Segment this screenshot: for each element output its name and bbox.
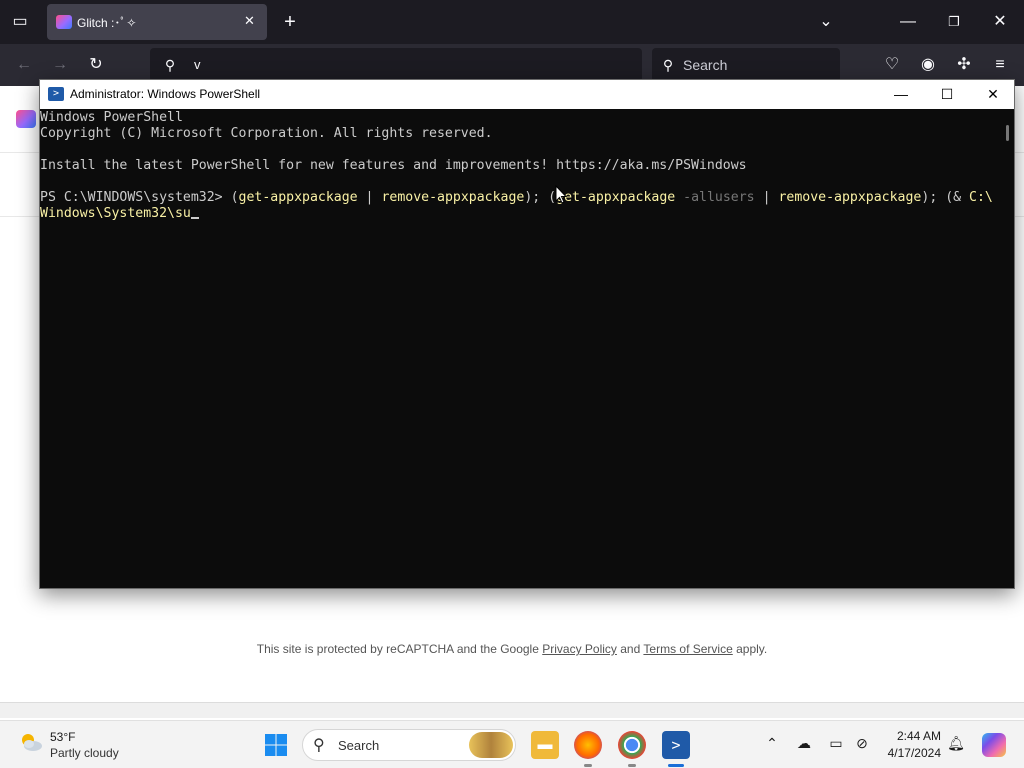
console-prompt: PS C:\WINDOWS\system32> [40, 190, 231, 205]
weather-description[interactable]: Partly cloudy [50, 746, 119, 760]
console-cmdlet: get-appxpackage [238, 190, 358, 205]
search-highlight-bat-icon [469, 732, 513, 758]
ps-close-button[interactable]: ✕ [970, 80, 1016, 109]
running-indicator [628, 764, 636, 767]
console-cmdlet: remove-appxpackage [778, 190, 922, 205]
tab-list-icon[interactable]: ▭ [8, 0, 32, 44]
console-command-continuation: Windows\System32\su [40, 206, 199, 222]
powershell-title-bar[interactable]: > Administrator: Windows PowerShell — ☐ … [40, 80, 1014, 109]
search-icon: ⚲ [164, 57, 176, 73]
forward-arrow-icon[interactable]: → [48, 53, 72, 77]
taskbar-search-label: Search [338, 738, 380, 753]
ps-maximize-button[interactable]: ☐ [924, 80, 970, 109]
new-tab-button[interactable]: + [278, 0, 302, 44]
console-line: Copyright (C) Microsoft Corporation. All… [40, 126, 493, 141]
running-indicator [584, 764, 592, 767]
weather-temperature[interactable]: 53°F [50, 730, 75, 744]
text-cursor [190, 217, 199, 219]
search-icon: ⚲ [313, 737, 325, 754]
console-text: ); ( [524, 190, 557, 205]
scrollbar-thumb[interactable] [1006, 125, 1009, 141]
url-input[interactable]: v [194, 57, 201, 72]
taskbar-search-box[interactable]: ⚲ Search [302, 729, 516, 761]
search-bar[interactable]: ⚲ Search [652, 48, 840, 82]
console-cmdlet: remove-appxpackage [381, 190, 525, 205]
console-path: C:\ [969, 190, 993, 205]
ps-minimize-button[interactable]: — [878, 80, 924, 109]
chrome-icon[interactable] [618, 731, 646, 759]
privacy-policy-link[interactable]: Privacy Policy [542, 642, 617, 656]
powershell-window[interactable]: > Administrator: Windows PowerShell — ☐ … [39, 79, 1015, 589]
glitch-logo-icon[interactable] [16, 110, 36, 128]
powershell-console[interactable]: Windows PowerShell Copyright (C) Microso… [40, 109, 1000, 588]
network-volume-icon[interactable]: ⊘ [852, 735, 872, 752]
url-bar[interactable]: ⚲ v [150, 48, 642, 82]
windows-start-icon[interactable] [264, 733, 288, 757]
powershell-taskbar-icon[interactable]: > [662, 731, 690, 759]
page-footer-strip [0, 702, 1024, 718]
list-all-tabs-chevron-icon[interactable]: ⌄ [814, 0, 838, 44]
firefox-icon[interactable] [574, 731, 602, 759]
console-cmdlet: get-appxpackage [556, 190, 676, 205]
minimize-browser-button[interactable]: — [896, 0, 920, 44]
back-arrow-icon[interactable]: ← [12, 53, 36, 77]
console-scrollbar[interactable] [1000, 109, 1014, 588]
pocket-icon[interactable]: ♡ [880, 53, 904, 77]
partly-cloudy-icon[interactable] [18, 731, 44, 753]
clock-time[interactable]: 2:44 AM [885, 729, 941, 743]
mouse-pointer-icon [555, 185, 567, 204]
recaptcha-prefix: This site is protected by reCAPTCHA and … [256, 642, 543, 656]
console-parameter: -allusers [675, 190, 755, 205]
notification-bell-icon[interactable]: 🔔︎ [946, 735, 966, 752]
console-line: Install the latest PowerShell for new fe… [40, 158, 747, 173]
reload-icon[interactable]: ↻ [84, 53, 108, 77]
tab-close-icon[interactable]: ✕ [244, 13, 255, 29]
close-browser-button[interactable]: ✕ [988, 0, 1012, 44]
windows-taskbar: 53°F Partly cloudy ⚲ Search ▬ > ⌃ ☁ ▭ ⊘ … [0, 720, 1024, 768]
restore-browser-button[interactable]: ❐ [942, 0, 966, 44]
console-text: ( [230, 190, 239, 205]
recaptcha-and: and [616, 642, 644, 656]
console-path: Windows\System32\su [40, 206, 191, 221]
copilot-icon[interactable] [982, 733, 1006, 757]
display-icon[interactable]: ▭ [826, 735, 846, 752]
clock-date[interactable]: 4/17/2024 [880, 746, 941, 760]
browser-tab-glitch[interactable]: Glitch :･ﾟ✧ ✕ [47, 4, 267, 40]
console-text: ); (& [921, 190, 970, 205]
file-explorer-icon[interactable]: ▬ [531, 731, 559, 759]
account-icon[interactable]: ◉ [916, 53, 940, 77]
search-icon: ⚲ [662, 57, 674, 73]
menu-icon[interactable]: ≡ [988, 53, 1012, 77]
powershell-window-title: Administrator: Windows PowerShell [70, 87, 261, 101]
tab-title: Glitch :･ﾟ✧ [77, 16, 137, 30]
powershell-icon: > [48, 87, 64, 101]
recaptcha-suffix: apply. [732, 642, 768, 656]
onedrive-offline-icon[interactable]: ☁ [794, 735, 814, 752]
show-hidden-icons-chevron-icon[interactable]: ⌃ [762, 735, 782, 752]
console-command-line: PS C:\WINDOWS\system32> (get-appxpackage… [40, 190, 993, 206]
console-text: | [754, 190, 779, 205]
console-text: | [357, 190, 382, 205]
recaptcha-notice: This site is protected by reCAPTCHA and … [0, 642, 1024, 656]
active-indicator [668, 764, 684, 767]
search-input[interactable]: Search [683, 57, 727, 73]
console-line: Windows PowerShell [40, 110, 183, 125]
glitch-favicon-icon [56, 15, 72, 29]
extensions-icon[interactable]: ✣ [952, 53, 976, 77]
terms-of-service-link[interactable]: Terms of Service [643, 642, 732, 656]
browser-tab-bar: ▭ Glitch :･ﾟ✧ ✕ + ⌄ — ❐ ✕ [0, 0, 1024, 44]
